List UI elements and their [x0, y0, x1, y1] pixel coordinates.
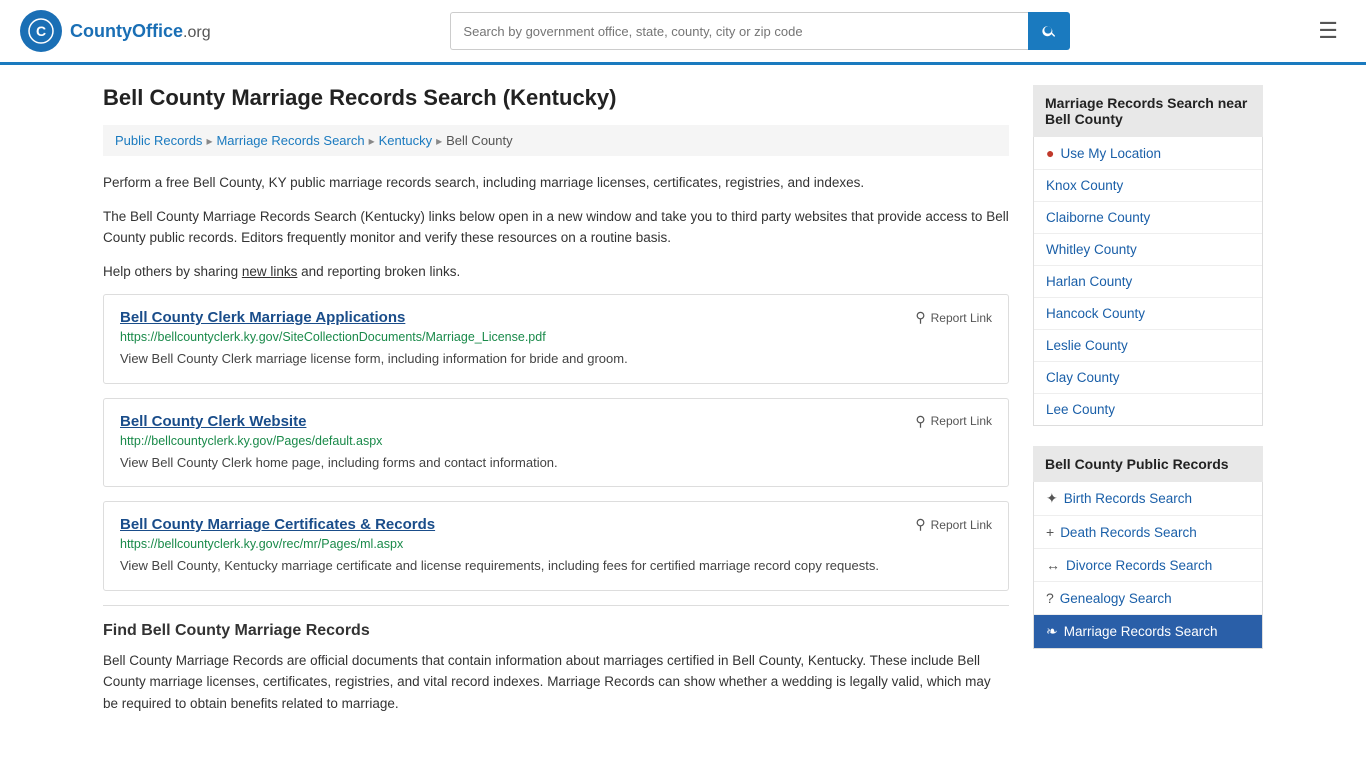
public-record-link[interactable]: Birth Records Search: [1064, 491, 1192, 506]
report-icon-2: ⚲: [915, 516, 925, 533]
nearby-county-item: Clay County: [1034, 362, 1262, 394]
location-icon: ●: [1046, 145, 1054, 161]
nearby-county-link[interactable]: Lee County: [1046, 402, 1115, 417]
link-card-title-2[interactable]: Bell County Marriage Certificates & Reco…: [120, 516, 435, 533]
use-my-location[interactable]: ● Use My Location: [1034, 137, 1262, 170]
public-records-header: Bell County Public Records: [1033, 446, 1263, 482]
public-records-list: ✦ Birth Records Search + Death Records S…: [1033, 482, 1263, 649]
nearby-county-item: Whitley County: [1034, 234, 1262, 266]
public-record-icon: ?: [1046, 590, 1054, 606]
nearby-county-item: Claiborne County: [1034, 202, 1262, 234]
breadcrumb: Public Records ▸ Marriage Records Search…: [103, 125, 1009, 156]
public-record-item[interactable]: ? Genealogy Search: [1034, 582, 1262, 615]
link-cards: Bell County Clerk Marriage Applications …: [103, 294, 1009, 591]
public-record-icon: ✦: [1046, 490, 1058, 507]
link-card: Bell County Clerk Website ⚲ Report Link …: [103, 398, 1009, 488]
link-card-title-0[interactable]: Bell County Clerk Marriage Applications: [120, 309, 405, 326]
find-title: Find Bell County Marriage Records: [103, 622, 1009, 640]
public-records-box: Bell County Public Records ✦ Birth Recor…: [1033, 446, 1263, 649]
svg-text:C: C: [36, 23, 46, 39]
site-header: C CountyOffice.org ☰: [0, 0, 1366, 65]
search-input[interactable]: [450, 12, 1028, 50]
link-card-header-2: Bell County Marriage Certificates & Reco…: [120, 516, 992, 533]
link-card-header-0: Bell County Clerk Marriage Applications …: [120, 309, 992, 326]
link-card-header-1: Bell County Clerk Website ⚲ Report Link: [120, 413, 992, 430]
intro-description: Perform a free Bell County, KY public ma…: [103, 172, 1009, 194]
report-link-button-1[interactable]: ⚲ Report Link: [915, 413, 992, 430]
nearby-county-item: Hancock County: [1034, 298, 1262, 330]
link-card-url-2: https://bellcountyclerk.ky.gov/rec/mr/Pa…: [120, 537, 992, 551]
sidebar: Marriage Records Search near Bell County…: [1033, 85, 1263, 727]
nearby-header: Marriage Records Search near Bell County: [1033, 85, 1263, 137]
public-record-icon: ↔: [1046, 557, 1060, 573]
nearby-county-link[interactable]: Hancock County: [1046, 306, 1145, 321]
breadcrumb-marriage-records[interactable]: Marriage Records Search: [216, 133, 364, 148]
link-card-url-1: http://bellcountyclerk.ky.gov/Pages/defa…: [120, 434, 992, 448]
public-record-item[interactable]: ↔ Divorce Records Search: [1034, 549, 1262, 582]
link-card: Bell County Marriage Certificates & Reco…: [103, 501, 1009, 591]
breadcrumb-public-records[interactable]: Public Records: [115, 133, 202, 148]
report-link-button-2[interactable]: ⚲ Report Link: [915, 516, 992, 533]
link-card-desc-0: View Bell County Clerk marriage license …: [120, 349, 992, 369]
public-records-items: ✦ Birth Records Search + Death Records S…: [1034, 482, 1262, 648]
public-record-link[interactable]: Genealogy Search: [1060, 591, 1172, 606]
public-record-icon: +: [1046, 524, 1054, 540]
logo-area: C CountyOffice.org: [20, 10, 211, 52]
nearby-county-link[interactable]: Clay County: [1046, 370, 1120, 385]
report-icon-0: ⚲: [915, 309, 925, 326]
report-link-button-0[interactable]: ⚲ Report Link: [915, 309, 992, 326]
main-content: Bell County Marriage Records Search (Ken…: [103, 85, 1009, 727]
breadcrumb-kentucky[interactable]: Kentucky: [379, 133, 432, 148]
nearby-county-link[interactable]: Claiborne County: [1046, 210, 1150, 225]
detail-description: The Bell County Marriage Records Search …: [103, 206, 1009, 249]
public-record-link[interactable]: Death Records Search: [1060, 525, 1197, 540]
public-record-item[interactable]: ❧ Marriage Records Search: [1034, 615, 1262, 648]
nearby-county-link[interactable]: Whitley County: [1046, 242, 1137, 257]
nearby-counties: Knox County Claiborne County Whitley Count…: [1034, 170, 1262, 425]
breadcrumb-bell-county: Bell County: [446, 133, 512, 148]
find-body: Bell County Marriage Records are officia…: [103, 650, 1009, 715]
public-record-item[interactable]: ✦ Birth Records Search: [1034, 482, 1262, 516]
nearby-county-link[interactable]: Harlan County: [1046, 274, 1132, 289]
find-section: Find Bell County Marriage Records Bell C…: [103, 605, 1009, 715]
nearby-county-item: Harlan County: [1034, 266, 1262, 298]
nearby-county-item: Knox County: [1034, 170, 1262, 202]
menu-button[interactable]: ☰: [1310, 14, 1346, 48]
link-card-url-0: https://bellcountyclerk.ky.gov/SiteColle…: [120, 330, 992, 344]
nearby-county-link[interactable]: Knox County: [1046, 178, 1123, 193]
public-record-item[interactable]: + Death Records Search: [1034, 516, 1262, 549]
public-record-icon: ❧: [1046, 623, 1058, 640]
nearby-list: ● Use My Location Knox County Claiborne C…: [1033, 137, 1263, 426]
logo-text: CountyOffice.org: [70, 21, 211, 42]
help-text: Help others by sharing new links and rep…: [103, 261, 1009, 283]
nearby-county-item: Leslie County: [1034, 330, 1262, 362]
search-button[interactable]: [1028, 12, 1070, 50]
report-icon-1: ⚲: [915, 413, 925, 430]
nearby-county-link[interactable]: Leslie County: [1046, 338, 1128, 353]
content-wrapper: Bell County Marriage Records Search (Ken…: [83, 65, 1283, 747]
link-card-title-1[interactable]: Bell County Clerk Website: [120, 413, 306, 430]
link-card: Bell County Clerk Marriage Applications …: [103, 294, 1009, 384]
logo-icon: C: [20, 10, 62, 52]
nearby-box: Marriage Records Search near Bell County…: [1033, 85, 1263, 426]
public-record-link[interactable]: Marriage Records Search: [1064, 624, 1218, 639]
page-title: Bell County Marriage Records Search (Ken…: [103, 85, 1009, 111]
public-record-link[interactable]: Divorce Records Search: [1066, 558, 1212, 573]
link-card-desc-1: View Bell County Clerk home page, includ…: [120, 453, 992, 473]
link-card-desc-2: View Bell County, Kentucky marriage cert…: [120, 556, 992, 576]
nearby-county-item: Lee County: [1034, 394, 1262, 425]
new-links[interactable]: new links: [242, 264, 298, 279]
search-area: [450, 12, 1070, 50]
